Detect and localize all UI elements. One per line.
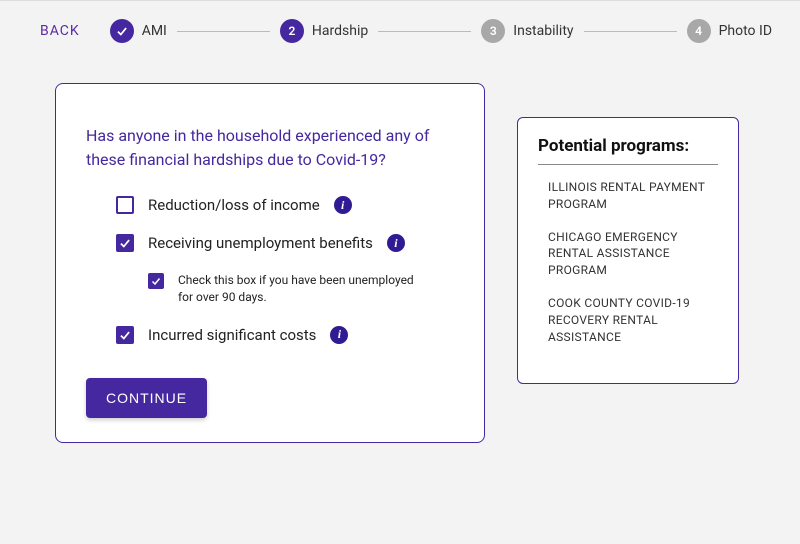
step-number-icon: 2: [280, 19, 304, 43]
sub-option-label: Check this box if you have been unemploy…: [178, 272, 418, 306]
top-divider: [0, 0, 800, 1]
step-number-icon: 4: [687, 19, 711, 43]
sidebar-title: Potential programs:: [538, 136, 718, 165]
program-list: ILLINOIS RENTAL PAYMENT PROGRAM CHICAGO …: [538, 179, 718, 345]
option-incurred-costs: Incurred significant costs i: [116, 326, 454, 344]
step-label: AMI: [142, 23, 167, 39]
sub-option-over-90-days: Check this box if you have been unemploy…: [148, 272, 454, 306]
option-reduction-loss-income: Reduction/loss of income i: [116, 196, 454, 214]
checkbox-reduction-loss[interactable]: [116, 196, 134, 214]
option-label: Receiving unemployment benefits: [148, 234, 373, 252]
step-connector: [378, 31, 471, 32]
back-button[interactable]: BACK: [40, 23, 80, 39]
info-icon[interactable]: i: [334, 196, 352, 214]
step-connector: [584, 31, 677, 32]
potential-programs-panel: Potential programs: ILLINOIS RENTAL PAYM…: [517, 117, 739, 384]
program-item: CHICAGO EMERGENCY RENTAL ASSISTANCE PROG…: [548, 229, 718, 279]
checkbox-unemployment[interactable]: [116, 234, 134, 252]
checkbox-incurred-costs[interactable]: [116, 326, 134, 344]
question-text: Has anyone in the household experienced …: [86, 124, 454, 172]
header: BACK AMI 2 Hardship 3 Instability 4 Phot…: [0, 19, 800, 43]
program-item: ILLINOIS RENTAL PAYMENT PROGRAM: [548, 179, 718, 213]
step-number-icon: 3: [481, 19, 505, 43]
option-unemployment-benefits: Receiving unemployment benefits i: [116, 234, 454, 252]
step-photo-id[interactable]: 4 Photo ID: [687, 19, 772, 43]
step-connector: [177, 31, 270, 32]
step-hardship[interactable]: 2 Hardship: [280, 19, 368, 43]
info-icon[interactable]: i: [387, 234, 405, 252]
content: Has anyone in the household experienced …: [0, 43, 800, 443]
stepper: AMI 2 Hardship 3 Instability 4 Photo ID: [110, 19, 772, 43]
step-label: Instability: [513, 23, 573, 39]
option-label: Reduction/loss of income: [148, 196, 320, 214]
step-label: Hardship: [312, 23, 368, 39]
step-ami[interactable]: AMI: [110, 19, 167, 43]
check-icon: [110, 19, 134, 43]
hardship-card: Has anyone in the household experienced …: [55, 83, 485, 443]
step-label: Photo ID: [719, 23, 772, 39]
step-instability[interactable]: 3 Instability: [481, 19, 573, 43]
program-item: COOK COUNTY COVID-19 RECOVERY RENTAL ASS…: [548, 295, 718, 345]
info-icon[interactable]: i: [330, 326, 348, 344]
continue-button[interactable]: CONTINUE: [86, 378, 207, 418]
option-label: Incurred significant costs: [148, 326, 316, 344]
checkbox-over-90-days[interactable]: [148, 273, 164, 289]
